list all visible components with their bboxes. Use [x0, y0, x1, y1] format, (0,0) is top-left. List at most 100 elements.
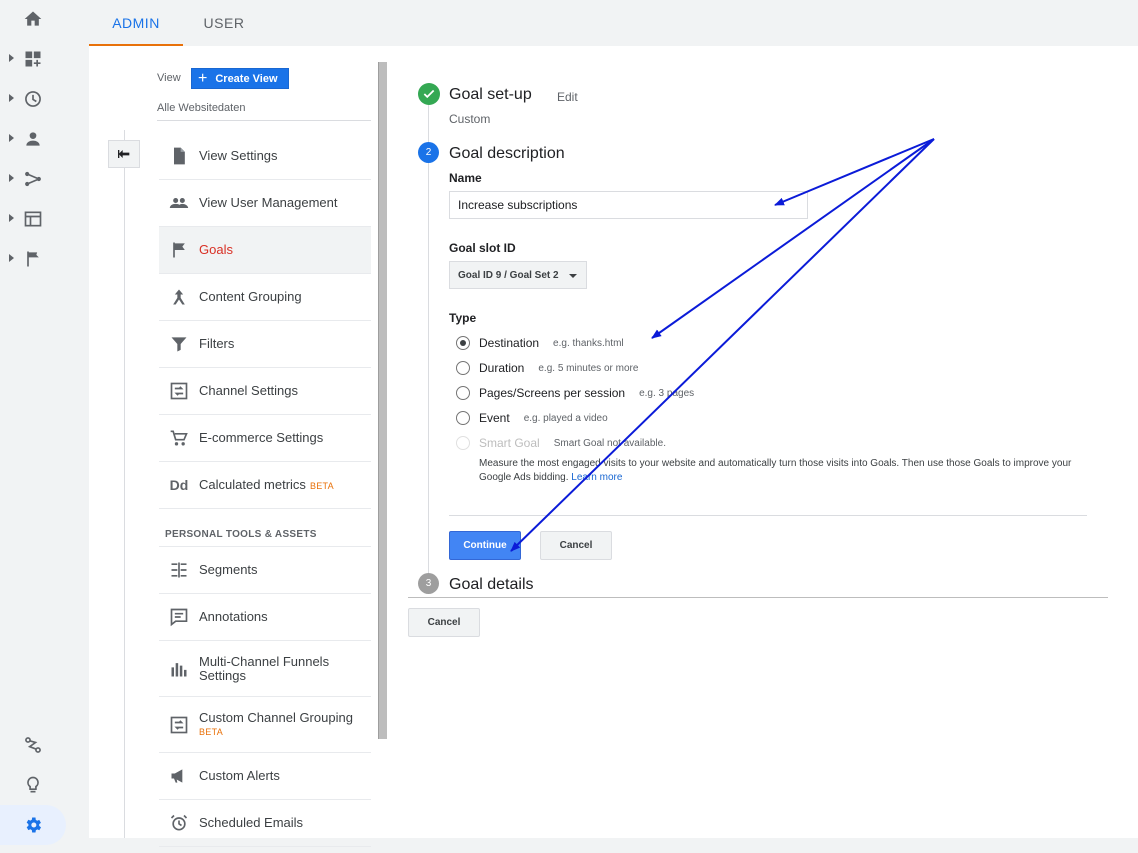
menu-item-label: Custom Channel Grouping: [199, 709, 353, 725]
menu-item-filters[interactable]: Filters: [159, 321, 371, 368]
radio-button[interactable]: [456, 386, 470, 400]
smart-goal-description: Measure the most engaged visits to your …: [479, 457, 1079, 485]
menu-item-label: Segments: [199, 562, 258, 577]
behavior-icon: [24, 211, 42, 227]
create-view-button[interactable]: + Create View: [191, 68, 289, 89]
filter-icon: [171, 337, 187, 352]
divider: [449, 515, 1087, 516]
menu-item-calculated-metrics[interactable]: Dd Calculated metrics BETA: [159, 462, 371, 509]
radio-label: Event: [479, 411, 510, 425]
radio-pages-per-session[interactable]: Pages/Screens per session e.g. 3 pages: [456, 385, 694, 401]
tab-user[interactable]: USER: [193, 0, 255, 46]
menu-item-view-user-management[interactable]: View User Management: [159, 180, 371, 227]
smart-goal-text: Measure the most engaged visits to your …: [479, 458, 1072, 483]
menu-item-annotations[interactable]: Annotations: [159, 594, 371, 641]
content-grouping-icon: [173, 289, 185, 305]
menu-item-label: View Settings: [199, 148, 278, 163]
behavior-nav[interactable]: [0, 202, 66, 236]
channel-icon: [170, 716, 188, 733]
edit-link[interactable]: Edit: [557, 90, 578, 104]
clock-icon: [25, 91, 41, 107]
customization-nav[interactable]: [0, 42, 66, 76]
radio-button[interactable]: [456, 411, 470, 425]
discover-nav[interactable]: [0, 728, 66, 762]
cancel-button[interactable]: Cancel: [540, 531, 612, 560]
acquisition-icon: [25, 171, 41, 187]
menu-item-label: Calculated metrics: [199, 476, 306, 492]
person-icon: [26, 132, 40, 146]
insights-nav[interactable]: [0, 768, 66, 802]
menu-item-multi-channel-funnels[interactable]: Multi-Channel Funnels Settings: [159, 641, 371, 697]
radio-label: Duration: [479, 361, 525, 375]
menu-item-custom-channel-grouping[interactable]: Custom Channel Grouping BETA: [159, 697, 371, 753]
home-nav[interactable]: [0, 2, 66, 36]
realtime-nav[interactable]: [0, 82, 66, 116]
menu-item-view-settings[interactable]: View Settings: [159, 133, 371, 180]
left-nav-rail: [0, 0, 66, 853]
path-icon: [25, 737, 41, 753]
audience-nav[interactable]: [0, 122, 66, 156]
radio-duration[interactable]: Duration e.g. 5 minutes or more: [456, 360, 638, 376]
menu-item-label: Goals: [199, 242, 233, 257]
divider: [408, 597, 1108, 598]
goal-setup-value: Custom: [449, 112, 491, 126]
step-title-goal-description: Goal description: [449, 145, 565, 162]
conversions-nav[interactable]: [0, 242, 66, 276]
menu-item-custom-alerts[interactable]: Custom Alerts: [159, 753, 371, 800]
radio-button[interactable]: [456, 336, 470, 350]
people-icon: [169, 198, 189, 208]
megaphone-icon: [171, 769, 183, 783]
view-selector[interactable]: Alle Websitedaten: [157, 102, 245, 114]
admin-nav[interactable]: [0, 805, 66, 845]
radio-label: Smart Goal: [479, 436, 540, 450]
menu-item-goals[interactable]: Goals: [159, 227, 371, 274]
menu-item-label: Filters: [199, 336, 235, 351]
radio-hint: e.g. thanks.html: [553, 337, 624, 349]
home-icon: [24, 11, 42, 26]
tab-admin[interactable]: ADMIN: [89, 0, 183, 46]
caret-right-icon: [9, 254, 14, 262]
dd-icon: Dd: [169, 477, 189, 493]
menu-item-label: Multi-Channel Funnels Settings: [199, 653, 330, 683]
cancel-goal-button[interactable]: Cancel: [408, 608, 480, 637]
caret-right-icon: [9, 54, 14, 62]
radio-hint: e.g. 5 minutes or more: [538, 362, 639, 374]
menu-item-content-grouping[interactable]: Content Grouping: [159, 274, 371, 321]
cart-icon: [170, 430, 188, 446]
radio-button[interactable]: [456, 361, 470, 375]
radio-hint: Smart Goal not available.: [553, 437, 666, 449]
radio-event[interactable]: Event e.g. played a video: [456, 410, 608, 426]
menu-item-scheduled-emails[interactable]: Scheduled Emails: [159, 800, 371, 847]
caret-right-icon: [9, 134, 14, 142]
step-connector: [428, 105, 429, 575]
step-number-badge: 3: [418, 573, 439, 594]
divider: [157, 120, 371, 121]
document-icon: [174, 147, 185, 165]
menu-item-channel-settings[interactable]: Channel Settings: [159, 368, 371, 415]
dropdown-arrow-icon: [569, 274, 577, 278]
continue-button[interactable]: Continue: [449, 531, 521, 560]
segments-icon: [171, 562, 187, 578]
alarm-icon: [170, 814, 188, 831]
caret-right-icon: [9, 94, 14, 102]
view-label: View: [157, 72, 181, 84]
step-title-goal-setup: Goal set-up: [449, 86, 532, 103]
menu-item-label: View User Management: [199, 195, 338, 210]
beta-badge: BETA: [199, 726, 224, 737]
caret-right-icon: [9, 214, 14, 222]
radio-destination[interactable]: Destination e.g. thanks.html: [456, 335, 624, 351]
scrollbar[interactable]: [378, 62, 387, 739]
menu-item-segments[interactable]: Segments: [159, 547, 371, 594]
menu-item-ecommerce-settings[interactable]: E-commerce Settings: [159, 415, 371, 462]
acquisition-nav[interactable]: [0, 162, 66, 196]
menu-item-label: Channel Settings: [199, 383, 299, 398]
radio-label: Pages/Screens per session: [479, 386, 626, 400]
learn-more-link[interactable]: Learn more: [571, 472, 622, 483]
goal-slot-dropdown[interactable]: Goal ID 9 / Goal Set 2: [449, 261, 587, 289]
collapse-back-button[interactable]: [108, 140, 140, 168]
radio-label: Destination: [479, 336, 540, 350]
step-number-badge: 2: [418, 142, 439, 163]
goal-name-input[interactable]: [449, 191, 808, 219]
step-complete-check-icon: [418, 83, 440, 105]
annotation-icon: [170, 608, 188, 627]
